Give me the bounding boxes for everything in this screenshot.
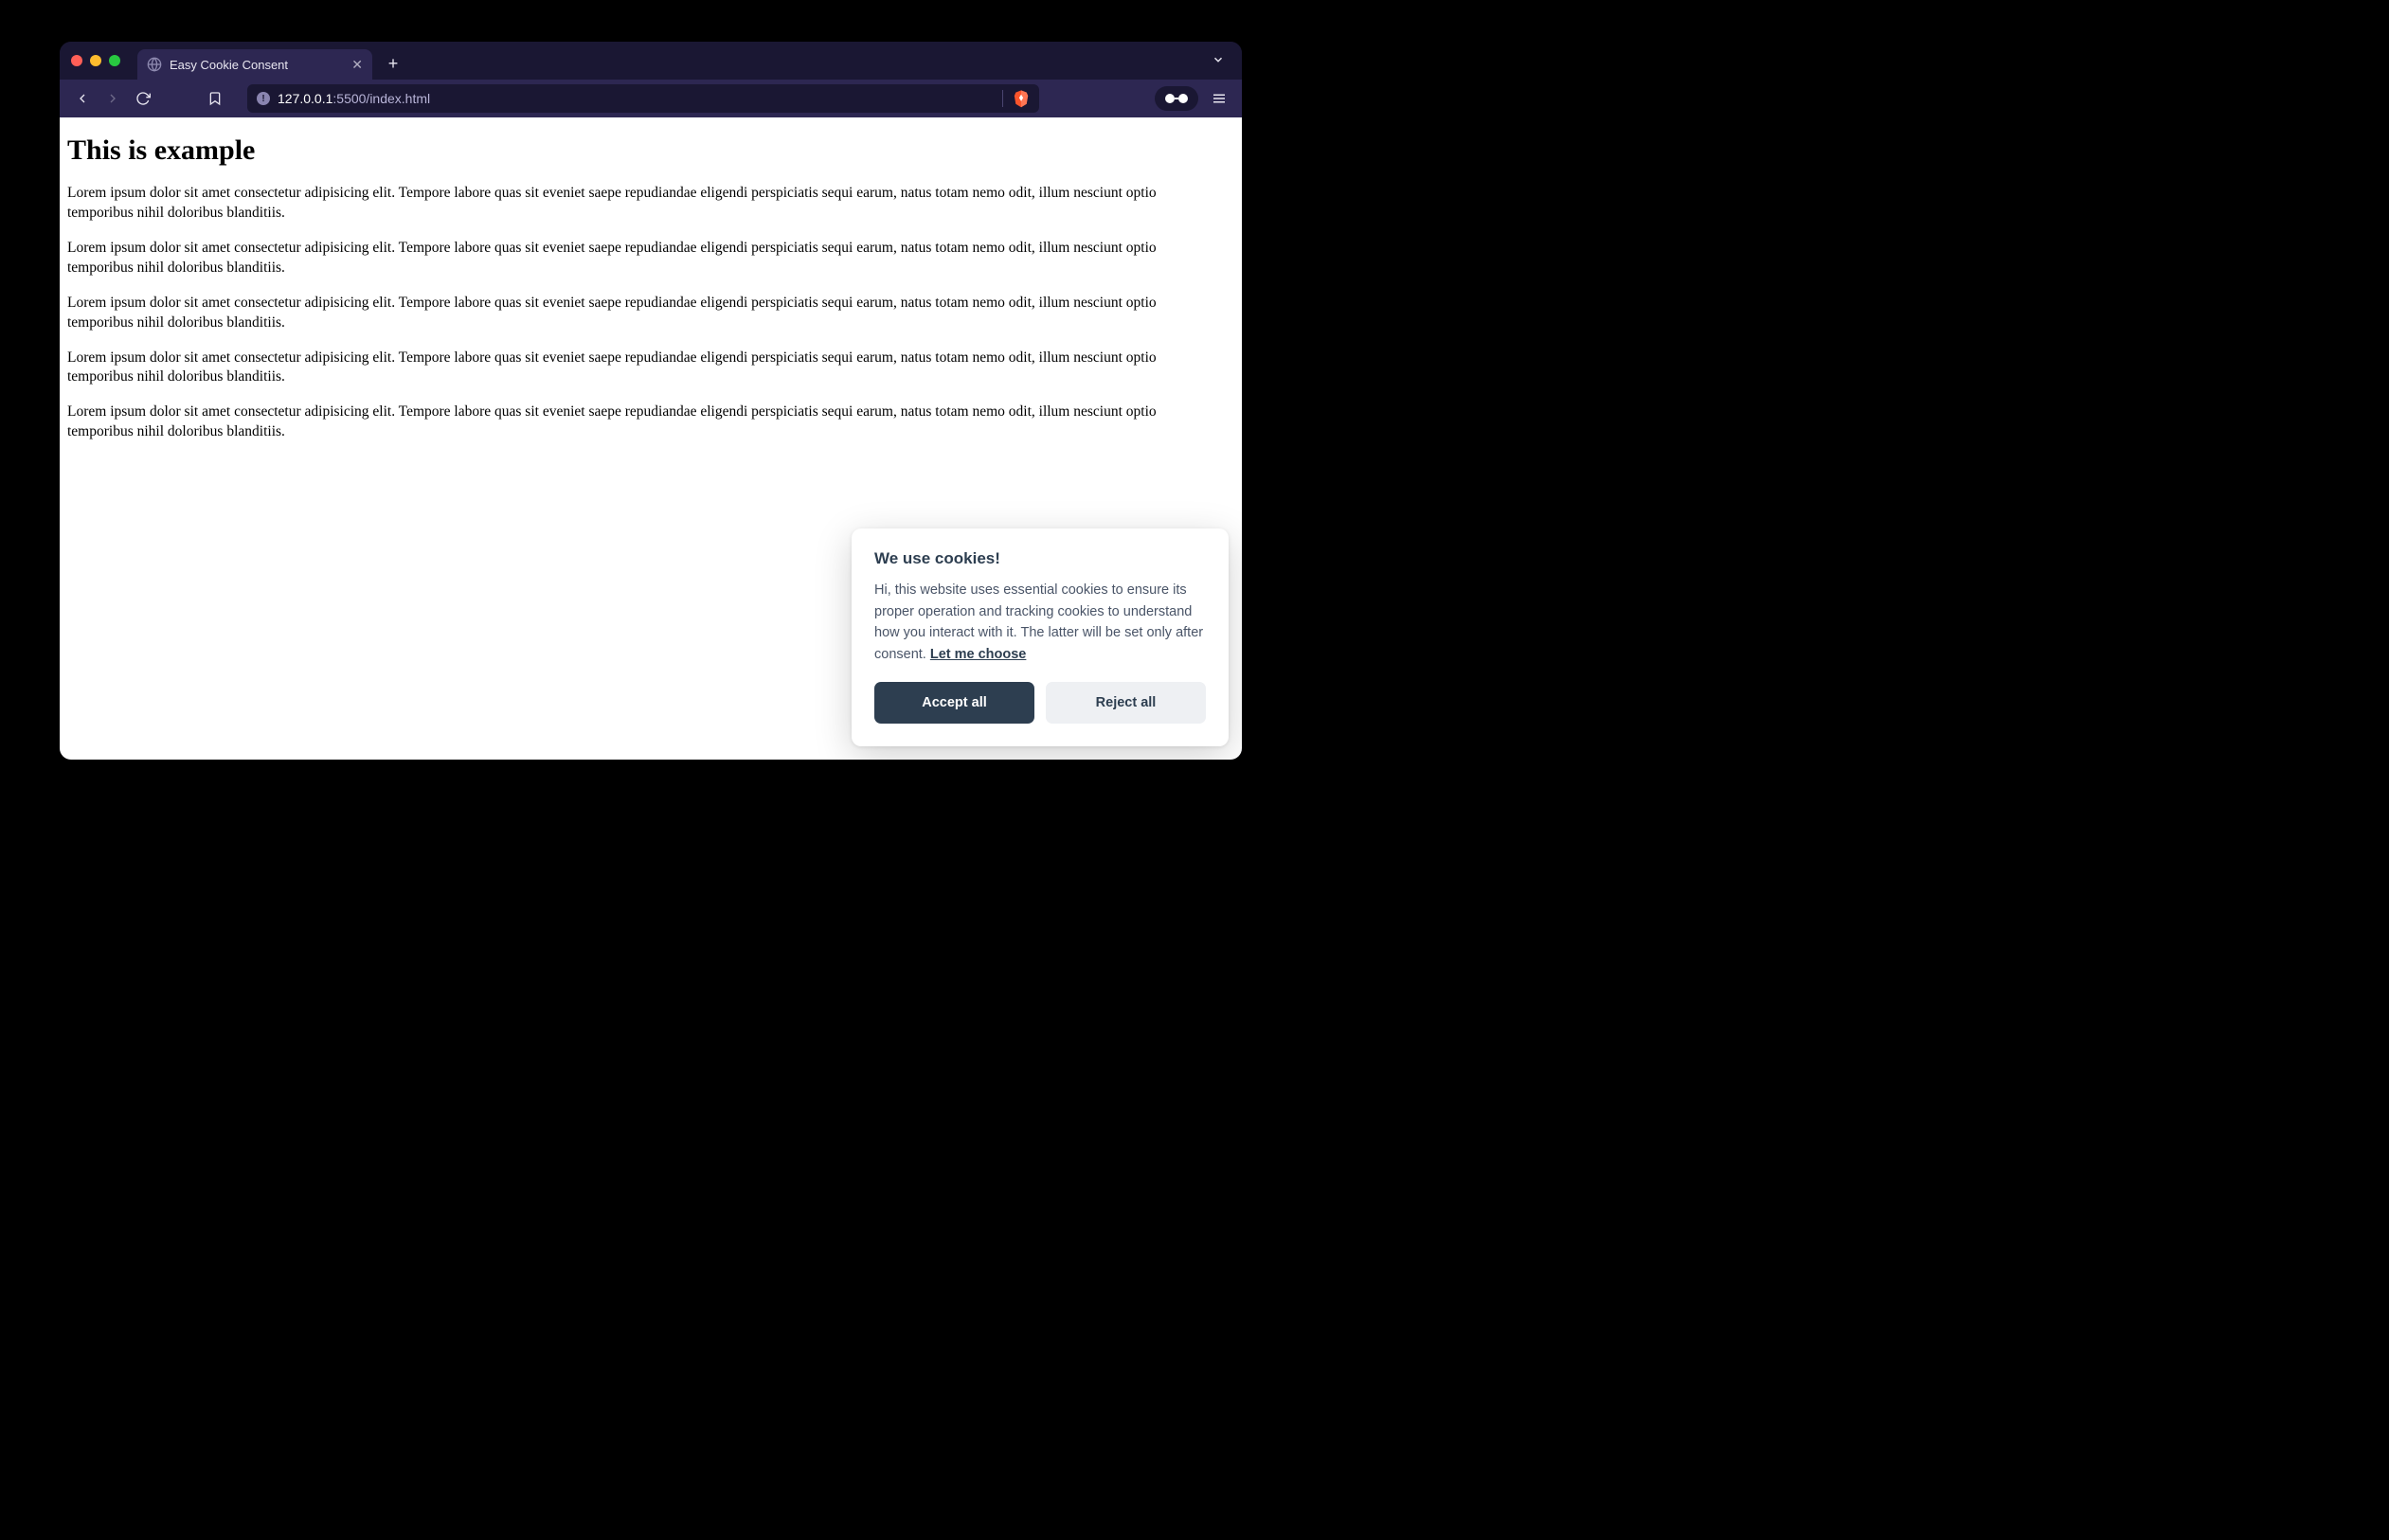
cookie-body-text: Hi, this website uses essential cookies … bbox=[874, 582, 1203, 661]
minimize-window-button[interactable] bbox=[90, 55, 101, 66]
reader-mode-button[interactable] bbox=[1155, 86, 1198, 111]
divider bbox=[1002, 90, 1003, 107]
cookie-title: We use cookies! bbox=[874, 549, 1206, 568]
tabs-dropdown-button[interactable] bbox=[1212, 53, 1225, 69]
browser-window: Easy Cookie Consent ✕ + ! 127.0.0.1:5500… bbox=[60, 42, 1242, 760]
globe-icon bbox=[147, 57, 162, 72]
reject-all-button[interactable]: Reject all bbox=[1046, 682, 1206, 724]
paragraph: Lorem ipsum dolor sit amet consectetur a… bbox=[67, 294, 1194, 333]
site-info-icon[interactable]: ! bbox=[257, 92, 270, 105]
paragraph: Lorem ipsum dolor sit amet consectetur a… bbox=[67, 349, 1194, 388]
let-me-choose-link[interactable]: Let me choose bbox=[930, 647, 1027, 662]
window-controls bbox=[71, 55, 120, 66]
glasses-icon bbox=[1164, 93, 1189, 104]
browser-tab[interactable]: Easy Cookie Consent ✕ bbox=[137, 49, 372, 80]
bookmark-button[interactable] bbox=[206, 89, 225, 108]
accept-all-button[interactable]: Accept all bbox=[874, 682, 1034, 724]
paragraph: Lorem ipsum dolor sit amet consectetur a… bbox=[67, 184, 1194, 224]
brave-shields-icon[interactable] bbox=[1013, 89, 1030, 108]
paragraph: Lorem ipsum dolor sit amet consectetur a… bbox=[67, 403, 1194, 442]
close-tab-button[interactable]: ✕ bbox=[351, 57, 363, 73]
url-text: 127.0.0.1:5500/index.html bbox=[278, 91, 430, 106]
cookie-consent-modal: We use cookies! Hi, this website uses es… bbox=[852, 528, 1229, 746]
close-window-button[interactable] bbox=[71, 55, 82, 66]
browser-titlebar: Easy Cookie Consent ✕ + bbox=[60, 42, 1242, 80]
paragraph: Lorem ipsum dolor sit amet consectetur a… bbox=[67, 239, 1194, 278]
tab-title: Easy Cookie Consent bbox=[170, 58, 344, 72]
maximize-window-button[interactable] bbox=[109, 55, 120, 66]
new-tab-button[interactable]: + bbox=[380, 50, 406, 77]
cookie-buttons: Accept all Reject all bbox=[874, 682, 1206, 724]
reload-button[interactable] bbox=[134, 89, 153, 108]
menu-button[interactable] bbox=[1210, 90, 1229, 107]
address-bar[interactable]: ! 127.0.0.1:5500/index.html bbox=[247, 84, 1039, 113]
page-content: This is example Lorem ipsum dolor sit am… bbox=[60, 117, 1242, 760]
page-heading: This is example bbox=[67, 134, 1234, 167]
back-button[interactable] bbox=[73, 89, 92, 108]
browser-toolbar: ! 127.0.0.1:5500/index.html bbox=[60, 80, 1242, 117]
forward-button[interactable] bbox=[103, 89, 122, 108]
cookie-body: Hi, this website uses essential cookies … bbox=[874, 580, 1206, 665]
